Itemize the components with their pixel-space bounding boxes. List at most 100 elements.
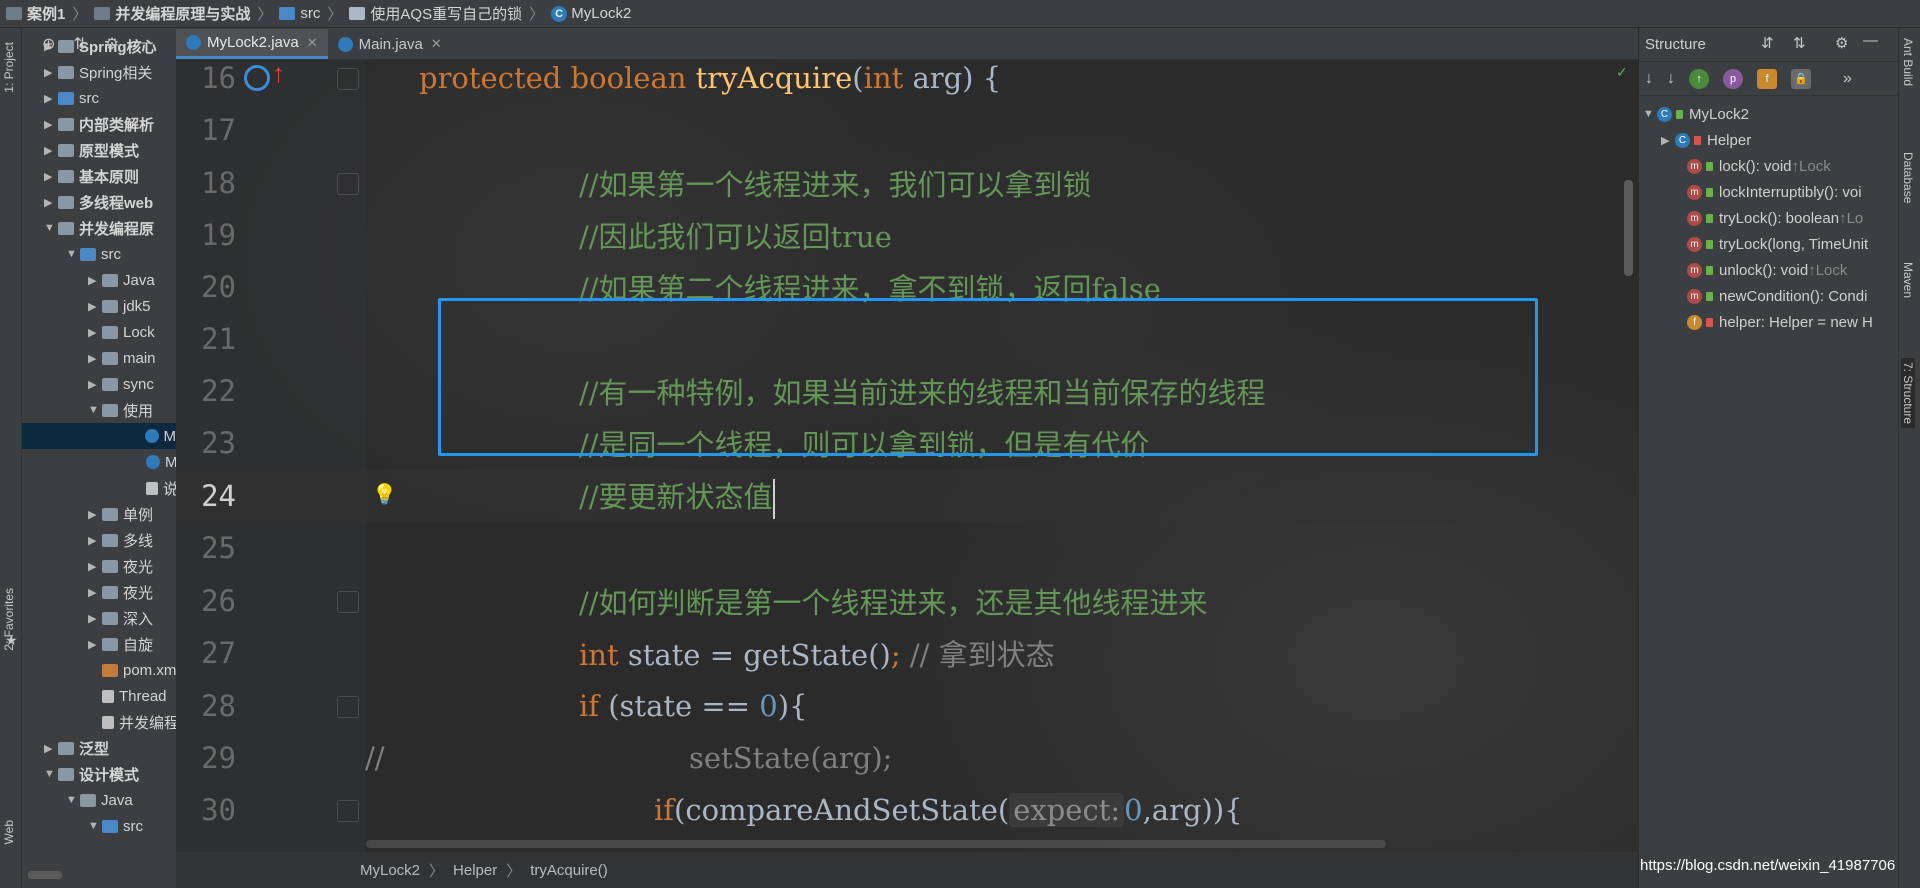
tree-item[interactable]: ▼ Java bbox=[66, 787, 133, 813]
structure-item[interactable]: m newCondition(): Condi bbox=[1687, 283, 1867, 309]
expand-arrow-icon[interactable]: ▶ bbox=[88, 638, 102, 651]
fold-marker[interactable] bbox=[337, 800, 359, 822]
tree-item-selected[interactable]: M bbox=[22, 423, 176, 449]
expand-arrow-icon[interactable]: ▶ bbox=[44, 144, 58, 157]
expand-arrow-icon[interactable]: ▶ bbox=[44, 66, 58, 79]
nav-crumb-package[interactable]: 使用AQS重写自己的锁 bbox=[349, 3, 522, 24]
tree-item[interactable]: ▶ 基本原则 bbox=[44, 163, 139, 189]
expand-all-icon[interactable]: ⇵ bbox=[1761, 34, 1774, 52]
expand-arrow-icon[interactable]: ▶ bbox=[88, 612, 102, 625]
expand-arrow-icon[interactable]: ▶ bbox=[44, 196, 58, 209]
breadcrumb-method[interactable]: tryAcquire() bbox=[530, 862, 608, 879]
collapse-arrow-icon[interactable]: ▼ bbox=[66, 794, 80, 806]
tree-item[interactable]: ▼ src bbox=[88, 813, 143, 839]
locate-icon[interactable]: ⊕ bbox=[42, 34, 55, 54]
expand-arrow-icon[interactable]: ▶ bbox=[44, 742, 58, 755]
tree-item[interactable]: ▶ 夜光 bbox=[88, 553, 153, 579]
expand-arrow-icon[interactable]: ▶ bbox=[88, 378, 102, 391]
structure-item[interactable]: m tryLock(): boolean ↑Lo bbox=[1687, 205, 1863, 231]
tree-item[interactable]: Thread bbox=[102, 683, 167, 709]
show-non-public-icon[interactable]: 🔒 bbox=[1791, 68, 1811, 89]
minimize-icon[interactable]: — bbox=[137, 34, 153, 54]
show-fields-icon[interactable]: f bbox=[1757, 68, 1777, 89]
show-properties-icon[interactable]: p bbox=[1723, 68, 1743, 89]
code-editor[interactable]: 16 ↑ protected boolean tryAcquire(int ar… bbox=[176, 60, 1638, 852]
override-arrow-icon[interactable]: ↑ bbox=[272, 60, 285, 89]
tree-item[interactable]: ▶ 多线 bbox=[88, 527, 153, 553]
tree-item[interactable]: ▶ sync bbox=[88, 371, 154, 397]
gear-icon[interactable]: ⚙ bbox=[1835, 34, 1848, 52]
nav-crumb-class[interactable]: C MyLock2 bbox=[551, 5, 631, 22]
lightbulb-icon[interactable]: 💡 bbox=[372, 482, 397, 507]
expand-arrow-icon[interactable]: ▶ bbox=[88, 352, 102, 365]
fold-marker[interactable] bbox=[337, 173, 359, 195]
tab-main[interactable]: Main.java ✕ bbox=[328, 29, 452, 59]
structure-item[interactable]: m unlock(): void ↑Lock bbox=[1687, 257, 1847, 283]
fold-marker[interactable] bbox=[337, 68, 359, 90]
structure-item[interactable]: m lockInterruptibly(): voi bbox=[1687, 179, 1862, 205]
close-icon[interactable]: ✕ bbox=[307, 35, 318, 51]
editor-horizontal-scrollbar[interactable] bbox=[366, 840, 1386, 848]
nav-crumb-src[interactable]: src bbox=[279, 5, 320, 22]
structure-item[interactable]: f helper: Helper = new H bbox=[1687, 309, 1873, 335]
collapse-arrow-icon[interactable]: ▼ bbox=[1643, 108, 1657, 120]
fold-marker[interactable] bbox=[337, 696, 359, 718]
project-scrollbar[interactable] bbox=[28, 871, 62, 879]
tree-item[interactable]: ▶ 单例 bbox=[88, 501, 153, 527]
tree-item[interactable]: ▶ src bbox=[44, 85, 99, 111]
tree-item[interactable]: ▶ 泛型 bbox=[44, 735, 109, 761]
implementation-gutter-icon[interactable] bbox=[244, 65, 270, 91]
more-options-icon[interactable]: » bbox=[1843, 70, 1852, 88]
expand-arrow-icon[interactable]: ▶ bbox=[88, 326, 102, 339]
collapse-all-icon[interactable]: ⇅ bbox=[73, 34, 86, 54]
tree-item[interactable]: ▶ jdk5 bbox=[88, 293, 151, 319]
tree-item[interactable]: M bbox=[146, 449, 176, 475]
expand-arrow-icon[interactable]: ▶ bbox=[88, 300, 102, 313]
database-tool-tab[interactable]: Database bbox=[1901, 152, 1915, 203]
tree-item[interactable]: ▶ Java bbox=[88, 267, 155, 293]
expand-arrow-icon[interactable]: ▶ bbox=[88, 586, 102, 599]
tree-item[interactable]: ▶ 夜光 bbox=[88, 579, 153, 605]
tree-item[interactable]: pom.xm bbox=[102, 657, 176, 683]
structure-item[interactable]: ▶ C Helper bbox=[1661, 127, 1751, 153]
tree-item[interactable]: ▼ 并发编程原 bbox=[44, 215, 154, 241]
breadcrumb-inner-class[interactable]: Helper bbox=[453, 862, 497, 879]
collapse-all-icon[interactable]: ⇅ bbox=[1793, 34, 1806, 52]
expand-arrow-icon[interactable]: ▶ bbox=[88, 560, 102, 573]
maven-tool-tab[interactable]: Maven bbox=[1901, 262, 1915, 298]
tree-item[interactable]: ▶ 原型模式 bbox=[44, 137, 139, 163]
minimize-icon[interactable]: — bbox=[1863, 32, 1878, 49]
project-tool-tab[interactable]: 1: Project bbox=[2, 42, 16, 93]
structure-root[interactable]: ▼ C MyLock2 bbox=[1643, 101, 1749, 127]
tree-item[interactable]: ▶ 自旋 bbox=[88, 631, 153, 657]
expand-arrow-icon[interactable]: ▶ bbox=[44, 118, 58, 131]
tree-item[interactable]: ▶ 深入 bbox=[88, 605, 153, 631]
web-tool-tab[interactable]: Web bbox=[2, 820, 16, 844]
tree-item[interactable]: 说 bbox=[146, 475, 176, 501]
expand-arrow-icon[interactable]: ▶ bbox=[44, 92, 58, 105]
expand-arrow-icon[interactable]: ▶ bbox=[88, 534, 102, 547]
tree-item[interactable]: ▶ 多线程web bbox=[44, 189, 153, 215]
collapse-arrow-icon[interactable]: ▼ bbox=[44, 222, 58, 234]
collapse-arrow-icon[interactable]: ▼ bbox=[66, 248, 80, 260]
structure-tool-tab[interactable]: 7: Structure bbox=[1901, 358, 1915, 429]
expand-arrow-icon[interactable]: ▶ bbox=[44, 170, 58, 183]
tree-item[interactable]: ▶ main bbox=[88, 345, 156, 371]
tree-item[interactable]: ▼ src bbox=[66, 241, 121, 267]
tree-item[interactable]: ▼ 使用 bbox=[88, 397, 153, 423]
close-icon[interactable]: ✕ bbox=[431, 36, 442, 52]
structure-item[interactable]: m lock(): void ↑Lock bbox=[1687, 153, 1831, 179]
expand-arrow-icon[interactable]: ▶ bbox=[88, 508, 102, 521]
nav-crumb-module[interactable]: 并发编程原理与实战 bbox=[94, 3, 250, 24]
inspection-ok-icon[interactable]: ✓ bbox=[1616, 64, 1628, 81]
collapse-arrow-icon[interactable]: ▼ bbox=[88, 820, 102, 832]
tab-mylock2[interactable]: MyLock2.java ✕ bbox=[176, 29, 328, 59]
structure-item[interactable]: m tryLock(long, TimeUnit bbox=[1687, 231, 1868, 257]
expand-arrow-icon[interactable]: ▶ bbox=[1661, 134, 1675, 147]
breadcrumb-class[interactable]: MyLock2 bbox=[360, 862, 420, 879]
fold-marker[interactable] bbox=[337, 591, 359, 613]
sort-visibility-icon[interactable]: ↓ bbox=[1667, 70, 1675, 88]
tree-item[interactable]: ▶ Lock bbox=[88, 319, 155, 345]
tree-item[interactable]: ▶ 内部类解析 bbox=[44, 111, 154, 137]
ant-build-tool-tab[interactable]: Ant Build bbox=[1901, 38, 1915, 86]
